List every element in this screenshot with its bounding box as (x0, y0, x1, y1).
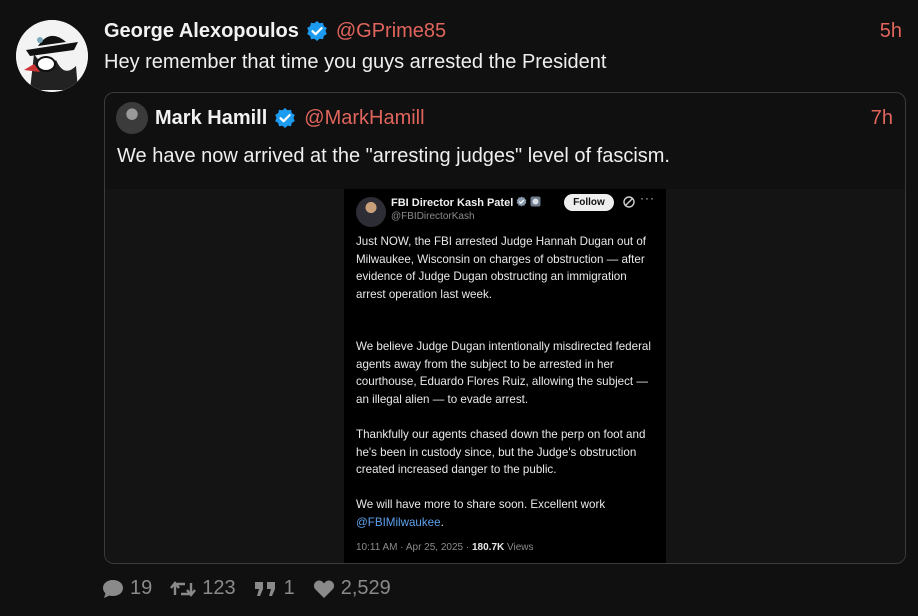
post-text: Hey remember that time you guys arrested… (104, 51, 607, 73)
quoted-post-header: Mark Hamill @MarkHamill 7h (155, 103, 893, 133)
embedded-paragraph: Just NOW, the FBI arrested Judge Hannah … (356, 235, 647, 301)
quoted-post-text: We have now arrived at the "arresting ju… (117, 145, 670, 167)
reply-icon (103, 579, 123, 598)
engagement-bar: 19 123 1 2,529 (102, 577, 409, 600)
embedded-paragraph: Thankfully our agents chased down the pe… (356, 428, 646, 476)
embedded-paragraph: We will have more to share soon. Excelle… (356, 498, 606, 529)
like-button[interactable]: 2,529 (313, 577, 391, 600)
embedded-author-name: FBI Director Kash Patel (391, 196, 541, 209)
mention-link: @FBIMilwaukee (356, 515, 441, 529)
quoted-media[interactable]: FBI Director Kash Patel @FBIDirectorKash… (105, 189, 905, 563)
more-options-icon: ··· (640, 191, 655, 205)
author-avatar[interactable] (16, 20, 88, 92)
grok-icon (623, 196, 635, 208)
repost-count: 123 (202, 577, 236, 599)
quoted-post-time[interactable]: 7h (871, 107, 893, 130)
quoted-author-avatar[interactable] (116, 102, 148, 134)
author-name[interactable]: George Alexopoulos (104, 20, 299, 43)
embedded-paragraph: We believe Judge Dugan intentionally mis… (356, 340, 651, 406)
like-count: 2,529 (340, 577, 391, 599)
verified-badge-icon (516, 196, 527, 207)
author-handle[interactable]: @GPrime85 (336, 20, 446, 43)
post-time[interactable]: 5h (880, 20, 902, 43)
embedded-author-avatar (356, 197, 386, 227)
repost-icon (170, 580, 197, 597)
embedded-author-handle: @FBIDirectorKash (391, 211, 475, 222)
embedded-tweet-screenshot: FBI Director Kash Patel @FBIDirectorKash… (344, 189, 666, 563)
quoted-author-handle[interactable]: @MarkHamill (304, 107, 424, 130)
repost-button[interactable]: 123 (170, 577, 236, 600)
post-header: George Alexopoulos @GPrime85 5h (104, 16, 902, 46)
quote-count: 1 (283, 577, 295, 599)
quote-icon (254, 581, 275, 596)
spy-cartoon-avatar-icon (16, 20, 88, 92)
quoted-post[interactable]: Mark Hamill @MarkHamill 7h We have now a… (104, 92, 906, 564)
verified-badge-icon (275, 108, 296, 128)
quoted-author-name[interactable]: Mark Hamill (155, 107, 267, 130)
heart-icon (313, 580, 334, 598)
embedded-timestamp: 10:11 AM · Apr 25, 2025 · 180.7K Views (356, 542, 534, 553)
government-affiliate-badge-icon (530, 196, 541, 207)
reply-button[interactable]: 19 (102, 577, 152, 600)
follow-button: Follow (564, 194, 614, 211)
quote-button[interactable]: 1 (254, 577, 295, 600)
reply-count: 19 (130, 577, 153, 599)
verified-badge-icon (307, 21, 327, 41)
